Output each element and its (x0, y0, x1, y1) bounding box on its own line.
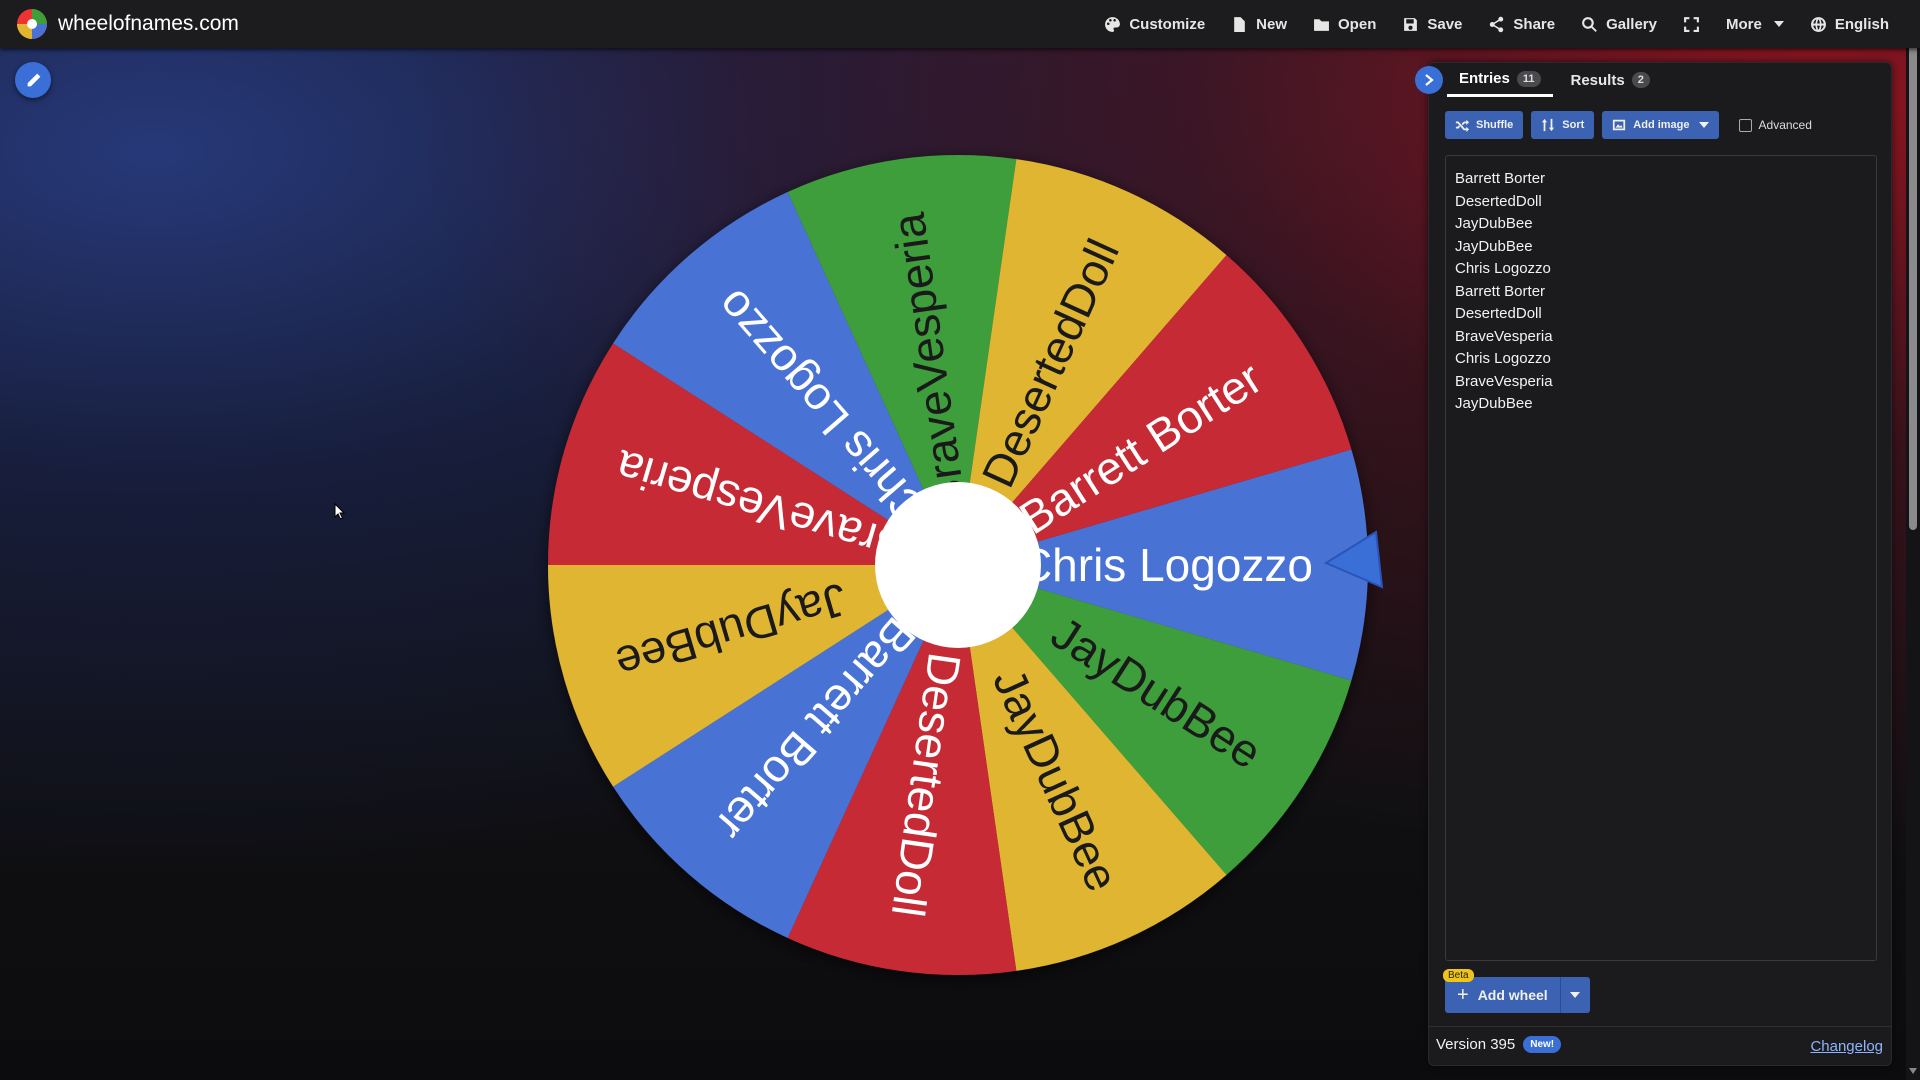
entries-textarea[interactable]: Barrett Borter DesertedDoll JayDubBee JayDu… (1445, 155, 1877, 961)
edit-wheel-button[interactable] (15, 62, 51, 98)
add-wheel-button[interactable]: + Add wheel (1445, 977, 1560, 1013)
customize-button[interactable]: Customize (1091, 0, 1218, 48)
site-name: wheelofnames.com (58, 12, 239, 35)
tab-results[interactable]: Results 2 (1559, 63, 1662, 97)
shuffle-icon (1455, 119, 1469, 132)
share-icon (1490, 16, 1504, 32)
entry-line[interactable]: JayDubBee (1455, 393, 1867, 416)
entry-line[interactable]: DesertedDoll (1455, 191, 1867, 214)
entry-line[interactable]: BraveVesperia (1455, 326, 1867, 349)
chevron-down-icon (1570, 992, 1581, 998)
folder-icon (1314, 18, 1329, 31)
shuffle-button[interactable]: Shuffle (1445, 111, 1524, 139)
changelog-link[interactable]: Changelog (1810, 1038, 1883, 1055)
pencil-icon (27, 73, 40, 86)
save-icon (1404, 17, 1418, 31)
wheel-logo-icon (17, 9, 47, 39)
nav-menu: Customize New Open Save Share Gallery Mo… (1091, 0, 1902, 48)
search-icon (1582, 16, 1597, 32)
scrollbar-thumb[interactable] (1909, 14, 1917, 530)
panel-tabs: Entries 11 Results 2 (1429, 63, 1891, 97)
shuffle-label: Shuffle (1476, 119, 1514, 131)
palette-icon (1105, 16, 1121, 32)
file-icon (1234, 16, 1245, 32)
add-wheel-split-button: + Add wheel (1445, 977, 1590, 1013)
wheel-graphic[interactable]: Chris LogozzoJayDubBeeJayDubBeeDesertedD… (538, 145, 1384, 985)
tab-results-label: Results (1570, 71, 1625, 89)
tab-entries-label: Entries (1459, 70, 1510, 87)
chevron-down-icon (1698, 122, 1709, 128)
version-label: Version 395 (1436, 1036, 1516, 1053)
fullscreen-button[interactable] (1670, 0, 1713, 48)
sort-icon (1542, 118, 1555, 132)
add-wheel-group: Beta + Add wheel (1443, 969, 1590, 1013)
wheel[interactable]: Chris Logozzo JayDubBee JayDubBee DesertedD… (538, 145, 1384, 985)
advanced-toggle[interactable]: Advanced (1738, 118, 1812, 132)
open-button[interactable]: Open (1300, 0, 1389, 48)
chevron-right-icon (1425, 74, 1434, 86)
panel-divider (1429, 1026, 1891, 1027)
more-label: More (1725, 15, 1762, 33)
entries-panel: Entries 11 Results 2 Shuffle Sort Add im… (1415, 62, 1892, 1066)
fullscreen-icon (1684, 16, 1699, 32)
page-scrollbar[interactable] (1906, 0, 1920, 1080)
share-button[interactable]: Share (1475, 0, 1568, 48)
entry-line[interactable]: BraveVesperia (1455, 371, 1867, 394)
version-info: Version 395 New! (1436, 1036, 1562, 1053)
entry-line[interactable]: DesertedDoll (1455, 303, 1867, 326)
more-menu[interactable]: More (1713, 0, 1797, 48)
save-button[interactable]: Save (1389, 0, 1475, 48)
new-button[interactable]: New (1218, 0, 1300, 48)
entry-line[interactable]: Barrett Borter (1455, 281, 1867, 304)
language-select[interactable]: English (1797, 0, 1902, 48)
add-wheel-label: Add wheel (1477, 987, 1548, 1003)
brand[interactable]: wheelofnames.com (16, 8, 239, 40)
entry-line[interactable]: Chris Logozzo (1455, 348, 1867, 371)
share-label: Share (1513, 15, 1556, 33)
sort-button[interactable]: Sort (1531, 111, 1595, 139)
beta-badge: Beta (1443, 969, 1474, 982)
open-label: Open (1338, 15, 1377, 33)
results-count-badge: 2 (1631, 72, 1650, 88)
collapse-panel-button[interactable] (1415, 66, 1443, 94)
advanced-label: Advanced (1758, 118, 1812, 132)
advanced-checkbox[interactable] (1738, 118, 1752, 132)
add-image-button[interactable]: Add image (1602, 111, 1719, 139)
gallery-label: Gallery (1606, 15, 1657, 33)
new-label: New (1256, 15, 1288, 33)
gallery-button[interactable]: Gallery (1568, 0, 1670, 48)
customize-label: Customize (1129, 15, 1206, 33)
mouse-cursor-icon (334, 503, 345, 520)
scroll-down-arrow-icon[interactable] (1909, 1068, 1917, 1074)
add-wheel-dropdown-button[interactable] (1559, 977, 1590, 1013)
new-badge: New! (1523, 1036, 1562, 1053)
plus-icon: + (1457, 983, 1469, 1006)
chevron-down-icon (1773, 21, 1784, 27)
entry-line[interactable]: JayDubBee (1455, 236, 1867, 259)
entry-line[interactable]: Barrett Borter (1455, 168, 1867, 191)
save-label: Save (1427, 15, 1463, 33)
tab-entries[interactable]: Entries 11 (1447, 63, 1553, 97)
wheel-segment-label: Chris Logozzo (1019, 539, 1313, 591)
top-navbar: wheelofnames.com Customize New Open Save… (0, 0, 1920, 48)
entries-toolbar: Shuffle Sort Add image Advanced (1445, 111, 1812, 139)
globe-icon (1810, 16, 1826, 32)
sort-label: Sort (1562, 119, 1585, 131)
add-image-label: Add image (1633, 119, 1690, 131)
wheel-center-hub[interactable] (875, 482, 1041, 648)
language-label: English (1834, 15, 1889, 33)
entry-line[interactable]: JayDubBee (1455, 213, 1867, 236)
entry-line[interactable]: Chris Logozzo (1455, 258, 1867, 281)
image-icon (1613, 119, 1626, 131)
entries-count-badge: 11 (1516, 70, 1541, 87)
